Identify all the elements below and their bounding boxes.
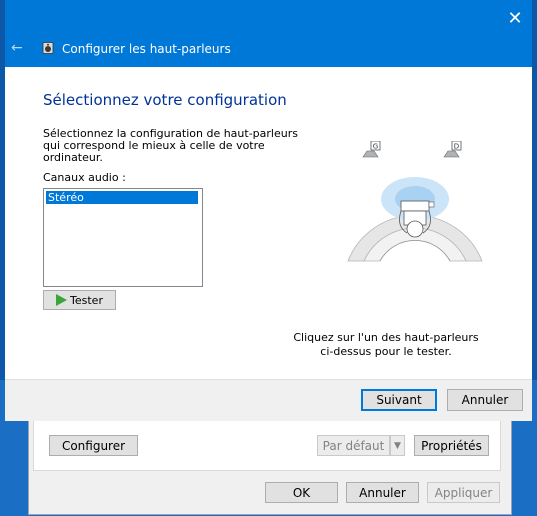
playback-panel: Configurer Par défaut ▼ Propriétés [33, 417, 501, 471]
set-default-dropdown[interactable]: ▼ [390, 435, 405, 456]
properties-button[interactable]: Propriétés [414, 435, 489, 456]
hint-line-1: Cliquez sur l'un des haut-parleurs [293, 331, 479, 344]
apply-button[interactable]: Appliquer [427, 482, 500, 503]
audio-channels-list[interactable]: Stéréo [43, 188, 203, 287]
sound-dialog: Configurer Par défaut ▼ Propriétés OK An… [28, 413, 512, 515]
close-icon[interactable]: ✕ [504, 8, 526, 30]
test-hint: Cliquez sur l'un des haut-parleurs ci-de… [281, 331, 491, 359]
channels-label: Canaux audio : [43, 171, 126, 184]
right-speaker-label: D [454, 143, 459, 151]
dialog-title: Configurer les haut-parleurs [62, 42, 231, 56]
configure-button[interactable]: Configurer [49, 435, 138, 456]
test-button[interactable]: Tester [43, 290, 116, 310]
description: Sélectionnez la configuration de haut-pa… [43, 127, 298, 164]
test-button-label: Tester [70, 293, 103, 307]
next-button[interactable]: Suivant [361, 389, 437, 411]
back-arrow-icon[interactable]: ← [11, 40, 27, 56]
play-icon [56, 294, 68, 306]
wizard-footer: Suivant Annuler [5, 379, 532, 421]
right-speaker-icon[interactable]: D [443, 141, 462, 158]
page-heading: Sélectionnez votre configuration [43, 91, 287, 109]
list-item[interactable]: Stéréo [46, 191, 198, 204]
cancel-button[interactable]: Annuler [447, 389, 523, 411]
left-speaker-label: G [373, 143, 378, 151]
chevron-down-icon: ▼ [394, 440, 401, 451]
left-speaker-icon[interactable]: G [362, 141, 381, 158]
speaker-diagram: G D [347, 141, 483, 262]
wizard-content: Sélectionnez votre configuration Sélecti… [5, 67, 532, 379]
title-bar: ✕ ← Configurer les haut-parleurs [5, 0, 532, 67]
speaker-icon [42, 42, 54, 54]
hint-line-2: ci-dessus pour le tester. [320, 345, 452, 358]
parent-cancel-button[interactable]: Annuler [346, 482, 419, 503]
set-default-button[interactable]: Par défaut [317, 435, 390, 456]
speaker-setup-dialog: ✕ ← Configurer les haut-parleurs Sélecti… [5, 0, 532, 421]
ok-button[interactable]: OK [265, 482, 338, 503]
